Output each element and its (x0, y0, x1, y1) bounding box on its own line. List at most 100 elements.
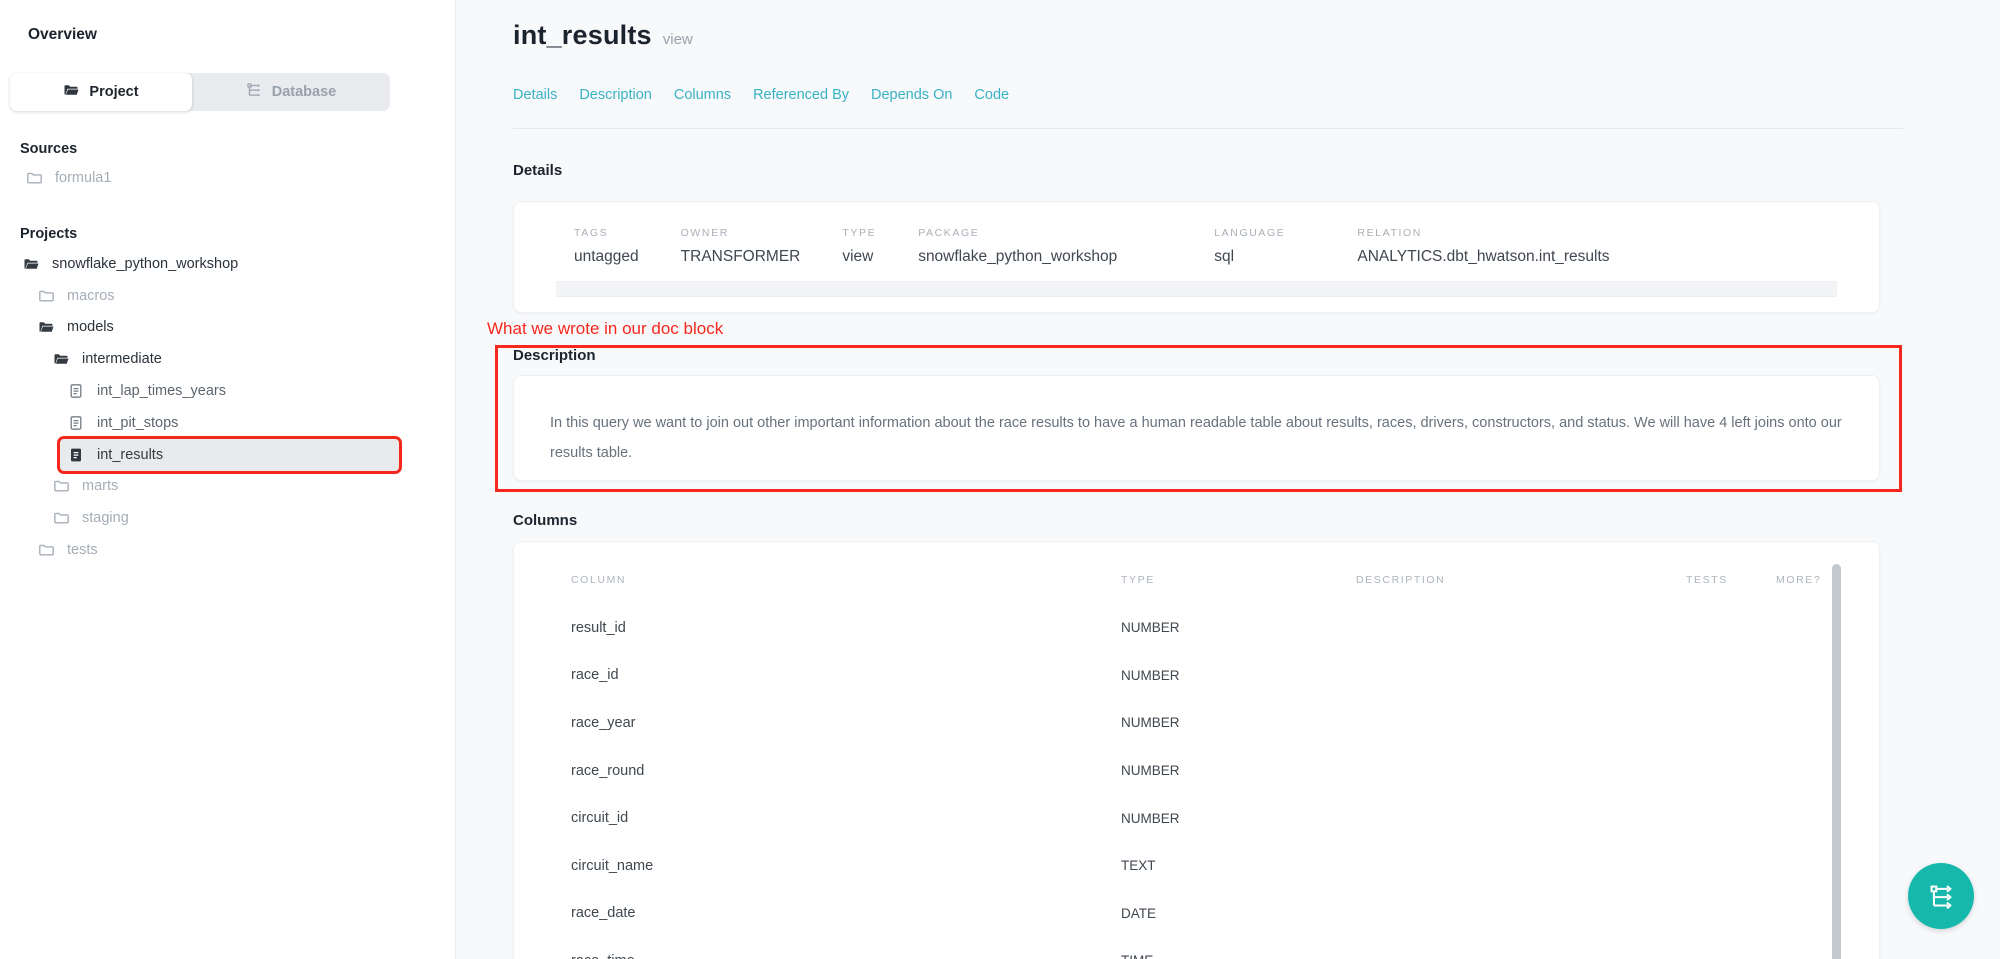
sidebar-item-marts[interactable]: marts (0, 471, 455, 503)
sidebar-item-snowflake_python_workshop[interactable]: snowflake_python_workshop (0, 248, 455, 280)
columns-card: COLUMN TYPE DESCRIPTION TESTS MORE? resu… (513, 541, 1880, 959)
toggle-database[interactable]: Database (192, 73, 390, 111)
tab-description[interactable]: Description (579, 86, 652, 104)
sidebar-item-staging[interactable]: staging (0, 502, 455, 534)
tab-details[interactable]: Details (513, 86, 557, 104)
file-icon (68, 383, 84, 399)
field-value: snowflake_python_workshop (918, 248, 1117, 266)
sidebar-item-tests[interactable]: tests (0, 534, 455, 566)
anchor-tabs: Details Description Columns Referenced B… (513, 86, 2000, 104)
column-type-cell: NUMBER (1121, 620, 1356, 635)
column-row-race_date[interactable]: race_date DATE (571, 890, 1879, 938)
toggle-project[interactable]: Project (10, 73, 192, 111)
field-label: OWNER (681, 227, 801, 239)
lineage-icon (1928, 883, 1954, 909)
field-language: LANGUAGE sql (1214, 227, 1285, 266)
folder-open-icon (63, 82, 79, 102)
column-row-circuit_id[interactable]: circuit_id NUMBER (571, 794, 1879, 842)
sidebar-item-label: int_pit_stops (97, 415, 178, 431)
field-label: TAGS (574, 227, 639, 239)
sidebar-item-label: snowflake_python_workshop (52, 256, 238, 272)
sidebar-item-macros[interactable]: macros (0, 280, 455, 312)
sidebar-item-label: formula1 (55, 170, 111, 186)
folder-icon (38, 542, 54, 558)
description-section-title: Description (513, 347, 2000, 365)
header-more: MORE? (1776, 574, 1880, 588)
column-type-cell: NUMBER (1121, 715, 1356, 730)
model-header: int_results view (513, 20, 2000, 54)
header-description: DESCRIPTION (1356, 574, 1686, 588)
columns-table-body: result_id NUMBER race_id NUMBER race_yea… (571, 604, 1879, 959)
sidebar-item-int_pit_stops[interactable]: int_pit_stops (0, 407, 455, 439)
file-icon (68, 447, 84, 463)
annotation-text: What we wrote in our doc block (487, 318, 2000, 340)
toggle-database-label: Database (272, 84, 336, 100)
toggle-project-label: Project (89, 84, 138, 100)
column-row-race_id[interactable]: race_id NUMBER (571, 652, 1879, 700)
column-row-result_id[interactable]: result_id NUMBER (571, 604, 1879, 652)
description-text: In this query we want to join out other … (550, 408, 1843, 468)
sidebar-item-label: tests (67, 542, 98, 558)
sidebar-item-label: int_results (97, 447, 163, 463)
sidebar-item-label: macros (67, 288, 115, 304)
field-label: LANGUAGE (1214, 227, 1285, 239)
sidebar-item-intermediate[interactable]: intermediate (0, 343, 455, 375)
columns-section-title: Columns (513, 512, 2000, 530)
field-label: PACKAGE (918, 227, 1117, 239)
header-column: COLUMN (571, 574, 1121, 588)
sidebar-item-models[interactable]: models (0, 312, 455, 344)
tab-referenced-by[interactable]: Referenced By (753, 86, 849, 104)
field-value: untagged (574, 248, 639, 266)
field-package: PACKAGE snowflake_python_workshop (918, 227, 1117, 266)
details-fields: TAGS untagged OWNER TRANSFORMER TYPE vie… (574, 227, 1819, 266)
sidebar-item-label: staging (82, 510, 129, 526)
main-content: int_results view Details Description Col… (456, 0, 2000, 959)
folder-icon (53, 478, 69, 494)
column-row-race_year[interactable]: race_year NUMBER (571, 699, 1879, 747)
sidebar-item-label: int_lap_times_years (97, 383, 226, 399)
field-value: TRANSFORMER (681, 248, 801, 266)
column-name-cell: race_date (571, 905, 1121, 921)
field-label: RELATION (1357, 227, 1609, 239)
column-row-circuit_name[interactable]: circuit_name TEXT (571, 842, 1879, 890)
columns-scrollbar[interactable] (1832, 564, 1841, 959)
column-name-cell: circuit_name (571, 858, 1121, 874)
column-name-cell: race_id (571, 667, 1121, 683)
tab-code[interactable]: Code (974, 86, 1009, 104)
folder-open-icon (23, 256, 39, 272)
sidebar: Overview Project Database Sources formul… (0, 0, 456, 959)
project-tree: snowflake_python_workshop macros models … (0, 248, 455, 566)
sources-section-label: Sources (20, 141, 455, 158)
column-row-race_time[interactable]: race_time TIME (571, 937, 1879, 959)
column-type-cell: TEXT (1121, 858, 1356, 873)
database-tree-icon (246, 82, 262, 102)
tab-columns[interactable]: Columns (674, 86, 731, 104)
column-type-cell: NUMBER (1121, 668, 1356, 683)
overview-link[interactable]: Overview (28, 26, 455, 44)
field-relation: RELATION ANALYTICS.dbt_hwatson.int_resul… (1357, 227, 1609, 266)
column-row-race_round[interactable]: race_round NUMBER (571, 747, 1879, 795)
header-divider (513, 128, 1903, 129)
sidebar-item-formula1[interactable]: formula1 (0, 165, 455, 191)
lineage-fab[interactable] (1908, 863, 1974, 929)
folder-open-icon (38, 319, 54, 335)
field-value: sql (1214, 248, 1285, 266)
folder-icon (26, 170, 42, 186)
description-card: In this query we want to join out other … (513, 375, 1880, 481)
column-name-cell: circuit_id (571, 810, 1121, 826)
file-icon (68, 415, 84, 431)
column-name-cell: race_round (571, 763, 1121, 779)
columns-table-header: COLUMN TYPE DESCRIPTION TESTS MORE? (571, 574, 1879, 588)
model-type-suffix: view (663, 31, 693, 48)
sidebar-item-int_results-selected[interactable]: int_results (60, 439, 399, 471)
details-card: TAGS untagged OWNER TRANSFORMER TYPE vie… (513, 201, 1880, 313)
column-type-cell: DATE (1121, 906, 1356, 921)
column-type-cell: TIME (1121, 953, 1356, 959)
column-name-cell: race_time (571, 953, 1121, 959)
sidebar-item-int_lap_times_years[interactable]: int_lap_times_years (0, 375, 455, 407)
tab-depends-on[interactable]: Depends On (871, 86, 952, 104)
column-type-cell: NUMBER (1121, 811, 1356, 826)
details-collapsed-strip (556, 281, 1837, 297)
folder-icon (38, 288, 54, 304)
field-owner: OWNER TRANSFORMER (681, 227, 801, 266)
